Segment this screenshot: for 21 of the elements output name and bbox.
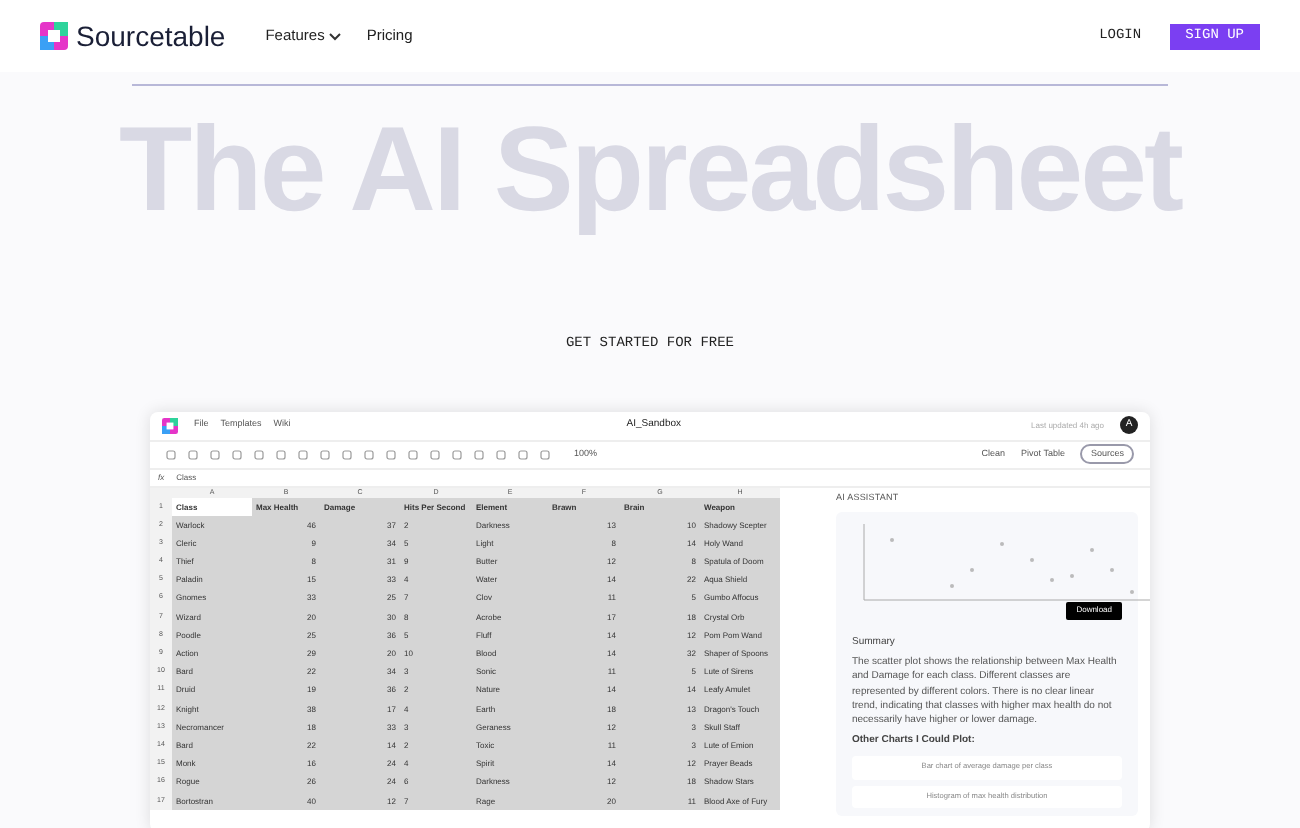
toolbar-tool-icon[interactable]	[452, 449, 462, 459]
toolbar-tool-icon[interactable]	[298, 449, 308, 459]
toolbar-tool-icon[interactable]	[166, 449, 176, 459]
toolbar-tool-icon[interactable]	[364, 449, 374, 459]
toolbar-tool-icon[interactable]	[210, 449, 220, 459]
toolbar-tool-icon[interactable]	[430, 449, 440, 459]
toolbar-tool-icon[interactable]	[232, 449, 242, 459]
logo-icon	[40, 22, 68, 50]
toolbar-tool-icon[interactable]	[188, 449, 198, 459]
brand-name[interactable]: Sourcetable	[76, 15, 226, 57]
toolbar-tool-icon[interactable]	[474, 449, 484, 459]
logo-icon	[162, 417, 178, 433]
toolbar-tool-icon[interactable]	[540, 449, 550, 459]
toolbar-tool-icon[interactable]	[276, 449, 286, 459]
toolbar-tool-icon[interactable]	[342, 449, 352, 459]
toolbar-tool-icon[interactable]	[320, 449, 330, 459]
toolbar-tool-icon[interactable]	[254, 449, 264, 459]
toolbar-tool-icon[interactable]	[386, 449, 396, 459]
toolbar-tool-icon[interactable]	[496, 449, 506, 459]
toolbar-tool-icon[interactable]	[518, 449, 528, 459]
toolbar-tool-icon[interactable]	[408, 449, 418, 459]
